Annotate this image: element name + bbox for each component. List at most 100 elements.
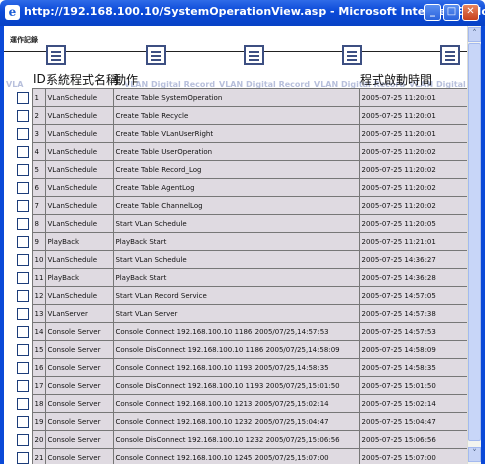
row-program: VLanSchedule [44, 178, 114, 197]
row-action: PlayBack Start [112, 268, 360, 287]
table-row: 13 VLanServer Start VLan Server 2005-07-25 … [16, 304, 467, 323]
system-operation-label: 運作記錄 [10, 36, 38, 44]
table-row: 10 VLanSchedule Start VLan Schedule 2005-07… [16, 250, 467, 269]
table-row: 4 VLanSchedule Create Table UserOperation 2… [16, 142, 467, 161]
window-titlebar[interactable]: e http://192.168.100.10/SystemOperationV… [0, 0, 485, 26]
row-id: 19 [31, 412, 46, 431]
scroll-down-button[interactable]: ˅ [468, 447, 481, 462]
row-action: Start VLan Record Service [112, 286, 360, 305]
row-time: 2005-07-25 11:20:02 [358, 196, 467, 215]
row-program: VLanSchedule [44, 214, 114, 233]
row-checkbox[interactable] [17, 91, 29, 104]
row-time: 2005-07-25 14:58:35 [358, 358, 467, 377]
row-action: Console Connect 192.168.100.10 1186 2005… [112, 322, 360, 341]
row-action: PlayBack Start [112, 232, 360, 251]
row-checkbox[interactable] [17, 433, 29, 446]
row-program: VLanSchedule [44, 160, 114, 179]
row-time: 2005-07-25 15:06:56 [358, 430, 467, 449]
row-checkbox[interactable] [17, 451, 29, 464]
table-row: 6 VLanSchedule Create Table AgentLog 2005-0… [16, 178, 467, 197]
row-checkbox[interactable] [17, 163, 29, 176]
table-row: 1 VLanSchedule Create Table SystemOperatio… [16, 88, 467, 107]
row-checkbox-cell [16, 251, 32, 269]
row-checkbox-cell [16, 89, 32, 107]
row-checkbox[interactable] [17, 235, 29, 248]
table-row: 3 VLanSchedule Create Table VLanUserRight 2… [16, 124, 467, 143]
row-program: PlayBack [44, 268, 114, 287]
maximize-button[interactable]: □ [443, 4, 460, 21]
row-checkbox[interactable] [17, 271, 29, 284]
row-checkbox[interactable] [17, 181, 29, 194]
row-action: Create Table ChannelLog [112, 196, 360, 215]
row-program: Console Server [44, 430, 114, 449]
row-action: Start VLan Server [112, 304, 360, 323]
row-id: 10 [31, 250, 46, 269]
table-row: 12 VLanSchedule Start VLan Record Service 2… [16, 286, 467, 305]
row-checkbox[interactable] [17, 127, 29, 140]
row-checkbox[interactable] [17, 199, 29, 212]
table-row: 11 PlayBack PlayBack Start 2005-07-25 14:36… [16, 268, 467, 287]
row-checkbox-cell [16, 449, 32, 464]
row-program: Console Server [44, 340, 114, 359]
row-action: Console Connect 192.168.100.10 1245 2005… [112, 448, 360, 464]
row-program: Console Server [44, 376, 114, 395]
table-row: 5 VLanSchedule Create Table Record_Log 2005… [16, 160, 467, 179]
row-action: Create Table Record_Log [112, 160, 360, 179]
table-row: 17 Console Server Console DisConnect 192.1… [16, 376, 467, 395]
row-checkbox[interactable] [17, 325, 29, 338]
row-checkbox[interactable] [17, 253, 29, 266]
row-id: 9 [31, 232, 46, 251]
row-action: Console DisConnect 192.168.100.10 1232 2… [112, 430, 360, 449]
vertical-scrollbar[interactable]: ˄ ˅ [467, 26, 481, 464]
table-row: 20 Console Server Console DisConnect 192.1… [16, 430, 467, 449]
row-checkbox[interactable] [17, 307, 29, 320]
row-checkbox-cell [16, 215, 32, 233]
row-id: 6 [31, 178, 46, 197]
row-id: 1 [31, 88, 46, 107]
row-checkbox[interactable] [17, 397, 29, 410]
row-checkbox-cell [16, 197, 32, 215]
row-time: 2005-07-25 11:20:01 [358, 88, 467, 107]
internet-explorer-icon: e [5, 5, 20, 20]
table-row: 19 Console Server Console Connect 192.168.… [16, 412, 467, 431]
server-icon [244, 45, 264, 65]
row-checkbox[interactable] [17, 415, 29, 428]
row-checkbox-cell [16, 269, 32, 287]
row-checkbox[interactable] [17, 217, 29, 230]
row-program: VLanSchedule [44, 196, 114, 215]
row-checkbox-cell [16, 305, 32, 323]
row-action: Console Connect 192.168.100.10 1213 2005… [112, 394, 360, 413]
row-action: Console DisConnect 192.168.100.10 1186 2… [112, 340, 360, 359]
row-checkbox[interactable] [17, 379, 29, 392]
row-id: 16 [31, 358, 46, 377]
row-checkbox[interactable] [17, 109, 29, 122]
header-program-name: 系統程式名稱 [46, 72, 119, 87]
header-id: ID [33, 72, 46, 86]
scroll-thumb[interactable] [468, 43, 481, 441]
row-program: VLanServer [44, 304, 114, 323]
row-checkbox-cell [16, 323, 32, 341]
row-checkbox[interactable] [17, 289, 29, 302]
row-checkbox[interactable] [17, 145, 29, 158]
row-id: 7 [31, 196, 46, 215]
minimize-button[interactable]: _ [424, 4, 441, 21]
close-button[interactable]: ✕ [462, 4, 479, 21]
row-time: 2005-07-25 15:02:14 [358, 394, 467, 413]
scroll-up-button[interactable]: ˄ [468, 27, 481, 42]
row-program: VLanSchedule [44, 106, 114, 125]
row-time: 2005-07-25 14:57:38 [358, 304, 467, 323]
row-checkbox[interactable] [17, 343, 29, 356]
row-checkbox[interactable] [17, 361, 29, 374]
server-icon [46, 45, 66, 65]
row-id: 18 [31, 394, 46, 413]
row-checkbox-cell [16, 341, 32, 359]
row-time: 2005-07-25 14:57:05 [358, 286, 467, 305]
server-icon [146, 45, 166, 65]
table-row: 16 Console Server Console Connect 192.168.… [16, 358, 467, 377]
row-checkbox-cell [16, 377, 32, 395]
row-action: Create Table UserOperation [112, 142, 360, 161]
header-checkbox-spacer [16, 70, 32, 89]
background-divider [4, 51, 467, 52]
row-checkbox-cell [16, 233, 32, 251]
header-start-time: 程式啟動時間 [360, 72, 433, 87]
